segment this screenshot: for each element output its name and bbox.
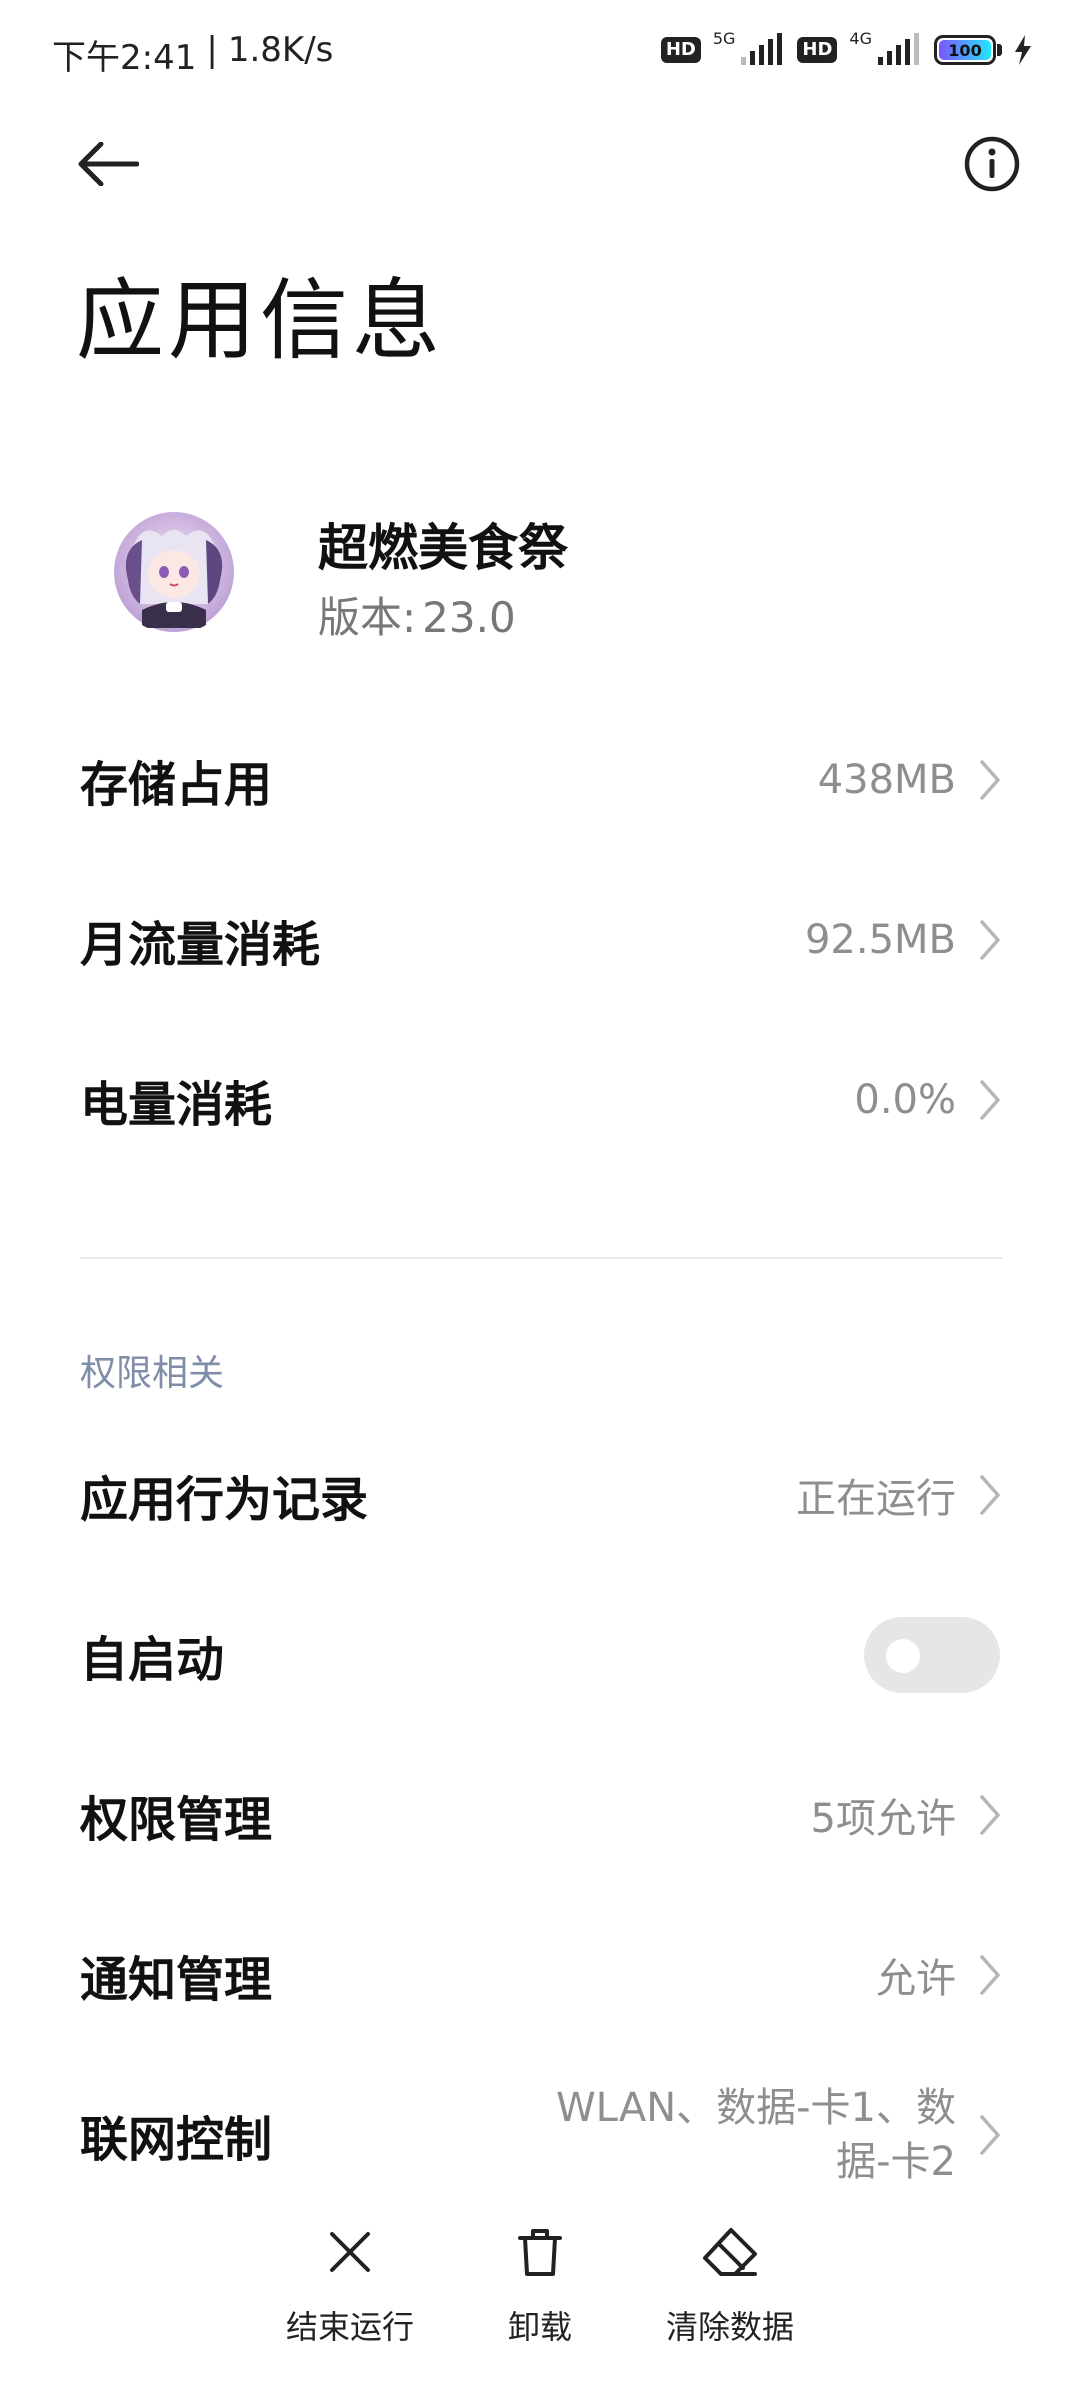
app-behavior-row[interactable]: 应用行为记录 正在运行 <box>0 1420 1080 1570</box>
separator: | <box>206 30 218 70</box>
battery-usage-label: 电量消耗 <box>80 1077 273 1133</box>
storage-label: 存储占用 <box>80 757 273 813</box>
network-control-value-line2: 据-卡2 <box>836 2139 956 2185</box>
signal-icon-2 <box>878 33 919 65</box>
battery-indicator: 100 <box>934 35 1002 65</box>
autostart-row: 自启动 <box>0 1580 1080 1730</box>
app-version: 版本: 23.0 <box>318 584 516 645</box>
back-button[interactable] <box>72 128 144 200</box>
app-name: 超燃美食祭 <box>318 519 568 577</box>
chevron-right-icon <box>980 1795 1000 1835</box>
hd-badge-1: HD <box>660 37 701 63</box>
stop-button[interactable]: 结束运行 <box>250 2220 450 2348</box>
network-control-value-line1: WLAN、数据-卡1、数 <box>556 2085 956 2131</box>
chevron-right-icon <box>980 1475 1000 1515</box>
chevron-right-icon <box>980 760 1000 800</box>
battery-level: 100 <box>939 40 991 60</box>
bottom-action-bar: 结束运行 卸载 清除数据 <box>0 2220 1080 2380</box>
network-control-row[interactable]: 联网控制 WLAN、数据-卡1、数 据-卡2 <box>0 2060 1080 2210</box>
arrow-left-icon <box>78 142 139 186</box>
network-control-label: 联网控制 <box>80 2112 273 2168</box>
chevron-right-icon <box>980 2115 1000 2155</box>
status-left: 下午2:41 | 1.8K/s <box>52 30 333 79</box>
traffic-row[interactable]: 月流量消耗 92.5MB <box>0 865 1080 1015</box>
app-info-page: 下午2:41 | 1.8K/s HD 5G HD 4G 100 应用信息 超燃美… <box>0 0 1080 2400</box>
network-type-1: 5G <box>712 28 736 48</box>
chevron-right-icon <box>980 1080 1000 1120</box>
battery-usage-row[interactable]: 电量消耗 0.0% <box>0 1025 1080 1175</box>
app-behavior-label: 应用行为记录 <box>80 1472 369 1528</box>
notification-manage-row[interactable]: 通知管理 允许 <box>0 1900 1080 2050</box>
storage-value: 438MB <box>817 757 956 803</box>
version-value: 23.0 <box>422 593 516 642</box>
permission-manage-row[interactable]: 权限管理 5项允许 <box>0 1740 1080 1890</box>
battery-body: 100 <box>934 35 996 65</box>
autostart-label: 自启动 <box>80 1632 225 1688</box>
battery-usage-value: 0.0% <box>854 1077 956 1123</box>
traffic-value: 92.5MB <box>804 917 956 963</box>
battery-tip <box>997 44 1002 56</box>
close-icon <box>318 2220 382 2284</box>
info-button[interactable] <box>956 128 1028 200</box>
network-type-2: 4G <box>849 28 872 48</box>
version-label: 版本: <box>318 593 417 642</box>
app-behavior-value: 正在运行 <box>796 1476 956 1522</box>
storage-row[interactable]: 存储占用 438MB <box>0 705 1080 855</box>
section-divider <box>80 1257 1002 1259</box>
notification-manage-value: 允许 <box>876 1956 956 2002</box>
stop-label: 结束运行 <box>285 2308 414 2346</box>
page-title: 应用信息 <box>76 269 445 372</box>
chevron-right-icon <box>980 920 1000 960</box>
status-right: HD 5G HD 4G 100 <box>660 28 1032 70</box>
permissions-section-header: 权限相关 <box>80 1353 225 1394</box>
info-icon <box>964 136 1020 192</box>
clock: 下午2:41 <box>52 38 197 78</box>
charging-icon <box>1015 35 1031 65</box>
notification-manage-label: 通知管理 <box>80 1952 273 2008</box>
hd-badge-2: HD <box>797 37 838 63</box>
status-bar: 下午2:41 | 1.8K/s HD 5G HD 4G 100 <box>0 0 1080 100</box>
network-speed: 1.8K/s <box>227 30 334 70</box>
chevron-right-icon <box>980 1955 1000 1995</box>
uninstall-button[interactable]: 卸载 <box>440 2220 640 2348</box>
autostart-toggle[interactable] <box>864 1617 1000 1693</box>
network-control-value: WLAN、数据-卡1、数 据-卡2 <box>496 2081 956 2189</box>
clear-data-button[interactable]: 清除数据 <box>630 2220 830 2348</box>
permission-manage-value: 5项允许 <box>810 1796 956 1842</box>
traffic-label: 月流量消耗 <box>80 917 321 973</box>
permission-manage-label: 权限管理 <box>80 1792 273 1848</box>
clear-data-label: 清除数据 <box>665 2308 794 2346</box>
app-avatar-icon <box>114 512 234 632</box>
toggle-knob <box>886 1639 920 1673</box>
uninstall-label: 卸载 <box>507 2308 572 2346</box>
app-icon <box>112 510 236 634</box>
signal-icon-1 <box>741 33 783 65</box>
trash-icon <box>508 2220 572 2284</box>
eraser-icon <box>698 2220 762 2284</box>
